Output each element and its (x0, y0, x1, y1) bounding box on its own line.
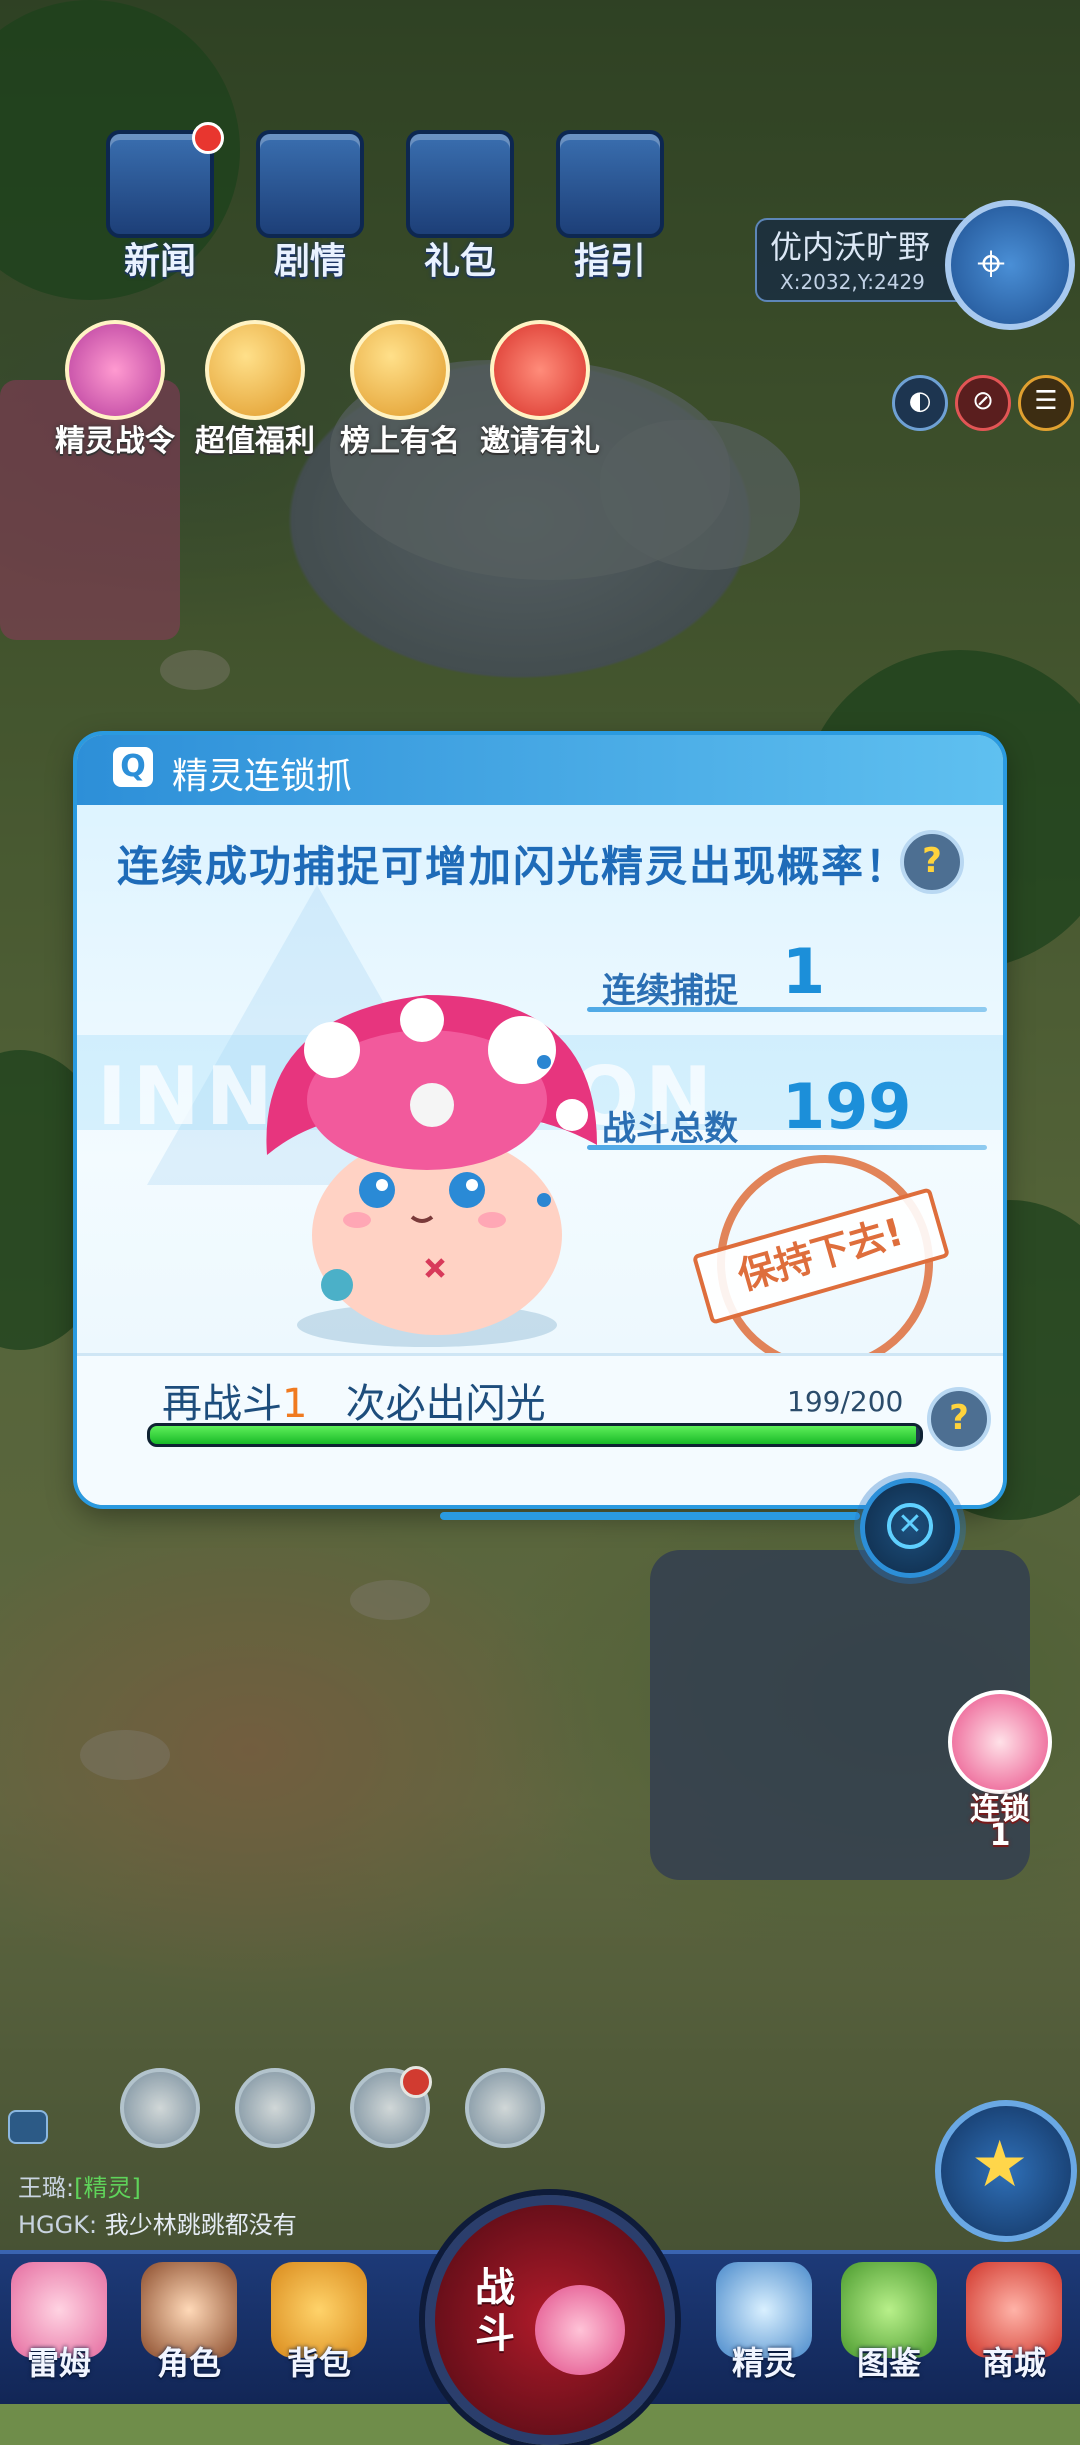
nav-label: 商城 (981, 2344, 1046, 2382)
chat-line: 王璐:[精灵] (18, 2168, 141, 2203)
consecutive-catch-value: 1 (782, 935, 826, 1008)
streak-badge[interactable]: 连锁 1 (945, 1690, 1055, 1853)
story-label: 剧情 (273, 241, 346, 282)
chat-user: HGGK: (18, 2211, 98, 2239)
remaining-count: 1 (282, 1381, 308, 1427)
nav-spirit[interactable]: 精灵 (705, 2262, 823, 2384)
close-button[interactable]: ✕ (860, 1478, 960, 1578)
chat-icon[interactable] (8, 2110, 48, 2144)
trophy-icon (350, 320, 450, 420)
star-wand-icon: ★ (971, 2128, 1029, 2202)
map-icon: ⌖ (977, 234, 1006, 292)
nav-label: 雷姆 (26, 2344, 91, 2382)
streak-value: 1 (989, 1818, 1011, 1853)
no-entry-icon: ⊘ (972, 386, 994, 416)
progress-count: 199/200 (787, 1385, 904, 1418)
menu-button[interactable]: ☰ (1018, 375, 1074, 431)
speaker-icon: ◐ (908, 386, 932, 416)
guide-label: 指引 (573, 241, 646, 282)
close-icon: ✕ (887, 1503, 933, 1549)
value-welfare-button[interactable]: 超值福利 (195, 320, 315, 460)
gift-pack-button[interactable]: 礼包 (395, 130, 525, 284)
question-icon: ? (922, 841, 942, 881)
modal-underline (440, 1512, 860, 1520)
gift-icon (205, 320, 305, 420)
quick-action-2[interactable] (235, 2068, 315, 2148)
battle-pass-button[interactable]: 精灵战令 (55, 320, 175, 460)
nav-label: 图鉴 (856, 2344, 921, 2382)
consecutive-catch-label: 连续捕捉 (602, 971, 738, 1011)
value-welfare-label: 超值福利 (195, 424, 315, 459)
help-button-bottom[interactable]: ? (927, 1387, 991, 1451)
mushroom-creature-sprite (266, 995, 597, 1347)
stat-dot (537, 1193, 551, 1207)
leaderboard-button[interactable]: 榜上有名 (340, 320, 460, 460)
mute-button[interactable]: ⊘ (955, 375, 1011, 431)
story-icon (256, 130, 364, 238)
notification-dot (400, 2066, 432, 2098)
map-button[interactable]: ⌖ (945, 200, 1075, 330)
news-button[interactable]: 新闻 (95, 122, 225, 284)
nav-label: 精灵 (731, 2344, 796, 2382)
creature-avatar-icon (948, 1690, 1052, 1794)
search-icon: Q (113, 747, 153, 787)
nav-character[interactable]: 角色 (130, 2262, 248, 2384)
stat-dot (537, 1055, 551, 1069)
quick-action-3[interactable] (350, 2066, 432, 2148)
chat-text: [精灵] (74, 2174, 141, 2202)
leaderboard-label: 榜上有名 (340, 424, 460, 459)
guide-icon (556, 130, 664, 238)
chat-user: 王璐: (18, 2174, 75, 2202)
sound-button[interactable]: ◐ (892, 375, 948, 431)
battle-pass-icon (65, 320, 165, 420)
news-label: 新闻 (123, 241, 196, 282)
remaining-suffix: 次必出闪光 (345, 1381, 546, 1427)
location-coords: X:2032,Y:2429 (780, 270, 925, 294)
progress-bar (147, 1423, 923, 1447)
creature-icon (535, 2285, 625, 2375)
quick-action-1[interactable] (120, 2068, 200, 2148)
stat-line (587, 1145, 987, 1150)
modal-title: 精灵连锁抓 (172, 756, 353, 797)
guide-button[interactable]: 指引 (545, 130, 675, 284)
location-name: 优内沃旷野 (770, 228, 931, 266)
question-icon: ? (949, 1398, 969, 1438)
nav-label: 角色 (156, 2344, 221, 2382)
modal-header: Q 精灵连锁抓 (77, 735, 1003, 805)
remaining-prefix: 再战斗 (162, 1381, 282, 1427)
notification-dot (192, 122, 224, 154)
news-icon (106, 122, 224, 238)
gift-pack-label: 礼包 (423, 241, 496, 282)
total-battles-label: 战斗总数 (602, 1109, 738, 1149)
battle-label: 战斗 (475, 2265, 515, 2357)
nav-backpack[interactable]: 背包 (260, 2262, 378, 2384)
chat-text: 我少林跳跳都没有 (104, 2211, 297, 2239)
battle-button[interactable]: 战斗 (425, 2195, 675, 2445)
stat-line (587, 1007, 987, 1012)
quick-action-4[interactable] (465, 2068, 545, 2148)
nav-shop[interactable]: 商城 (955, 2262, 1073, 2384)
nav-label: 背包 (286, 2344, 351, 2382)
total-battles-value: 199 (782, 1070, 912, 1143)
invite-label: 邀请有礼 (480, 424, 600, 459)
list-icon: ☰ (1034, 386, 1058, 416)
gift-pack-icon (406, 130, 514, 238)
battle-pass-label: 精灵战令 (55, 424, 175, 459)
invite-icon (490, 320, 590, 420)
nav-codex[interactable]: 图鉴 (830, 2262, 948, 2384)
invite-button[interactable]: 邀请有礼 (480, 320, 600, 460)
story-button[interactable]: 剧情 (245, 130, 375, 284)
chat-line: HGGK: 我少林跳跳都没有 (18, 2205, 297, 2240)
chain-catch-modal: Q 精灵连锁抓 连续成功捕捉可增加闪光精灵出现概率！ ? INNOVATION … (77, 735, 1003, 1505)
nav-leim[interactable]: 雷姆 (0, 2262, 118, 2384)
skill-button[interactable]: ★ (935, 2100, 1077, 2242)
help-button-top[interactable]: ? (900, 830, 964, 894)
progress-fill (150, 1426, 917, 1444)
remaining-battles-text: 再战斗1 次必出闪光 (162, 1371, 546, 1429)
